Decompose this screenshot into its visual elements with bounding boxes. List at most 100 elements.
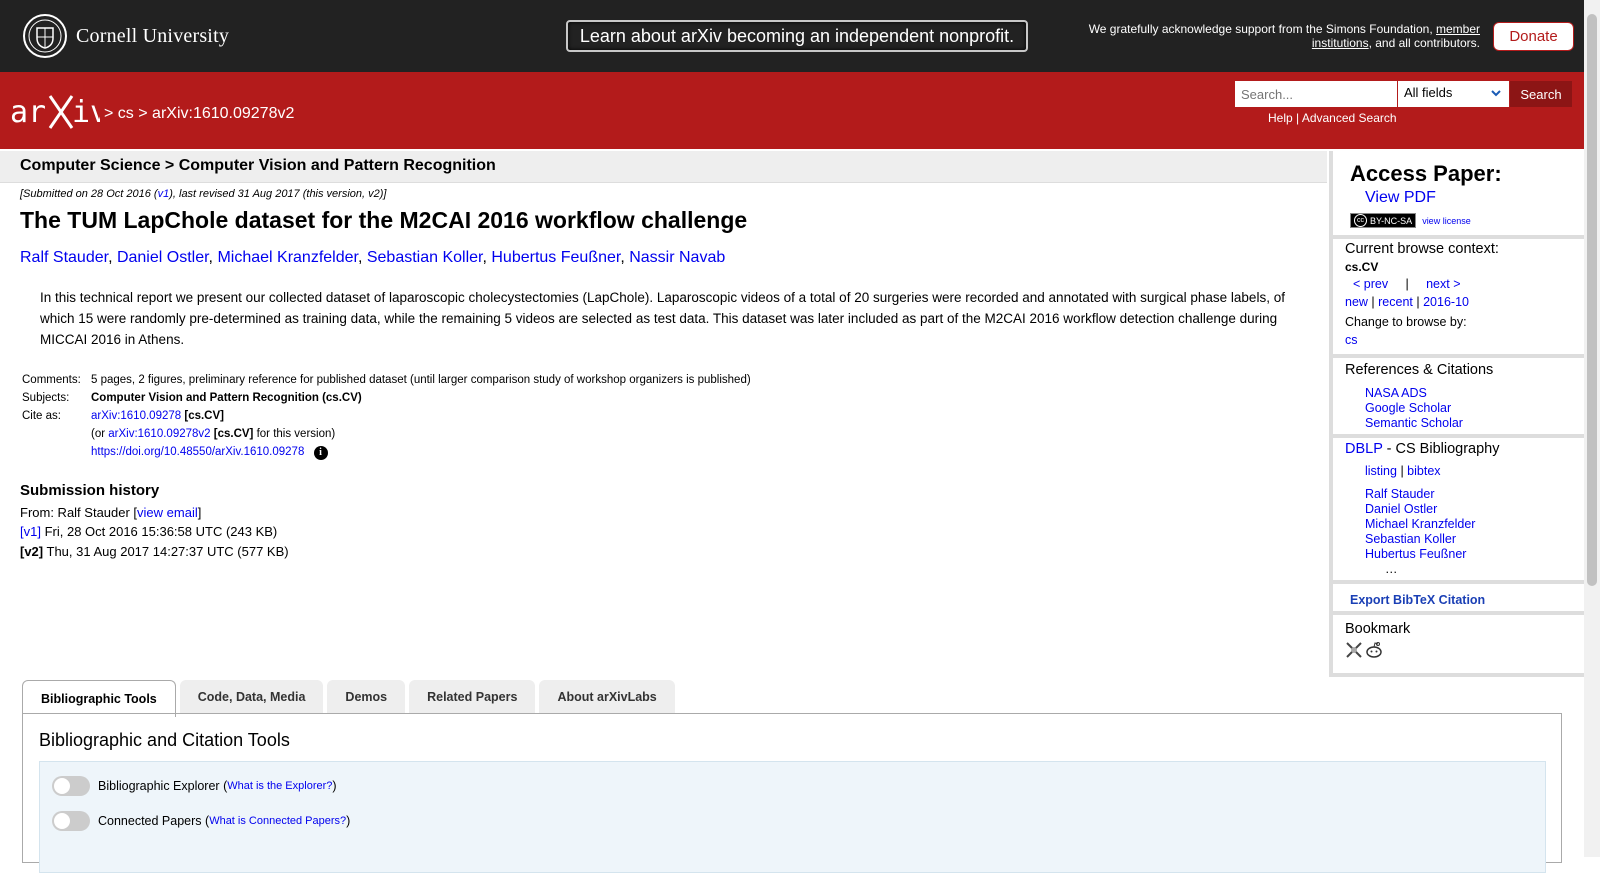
tab-code-data-media[interactable]: Code, Data, Media [179, 680, 324, 714]
sidebar: Access Paper: View PDF cc BY-NC-SA view … [1329, 151, 1584, 677]
change-browse-label: Change to browse by: [1345, 315, 1467, 329]
browse-context: cs.CV [1345, 260, 1379, 274]
info-icon[interactable]: i [313, 446, 328, 460]
new-link[interactable]: new [1345, 295, 1368, 309]
submission-date: [Submitted on 28 Oct 2016 (v1), last rev… [20, 188, 387, 200]
scrollbar-thumb[interactable] [1587, 14, 1597, 586]
history-from: From: Ralf Stauder [view email] [20, 505, 202, 520]
tab-bibliographic-tools[interactable]: Bibliographic Tools [22, 680, 176, 717]
tab-about-arxivlabs[interactable]: About arXivLabs [539, 680, 675, 714]
dblp-author-link[interactable]: Hubertus Feußner [1365, 547, 1466, 561]
connected-papers-help-link[interactable]: What is Connected Papers? [209, 815, 346, 827]
help-links: Help | Advanced Search [1268, 111, 1397, 125]
next-link[interactable]: next > [1426, 277, 1460, 291]
svg-text:iv: iv [72, 95, 100, 130]
help-link[interactable]: Help [1268, 111, 1293, 125]
explorer-toggle[interactable] [52, 776, 90, 796]
month-link[interactable]: 2016-10 [1423, 295, 1469, 309]
subjects-row: Subjects: Computer Vision and Pattern Re… [20, 390, 753, 408]
search-button[interactable]: Search [1510, 81, 1572, 107]
view-email-link[interactable]: view email [137, 505, 198, 520]
category-path: Computer Science > Computer Vision and P… [20, 157, 496, 174]
dblp-link[interactable]: DBLP [1345, 441, 1383, 457]
cite-row: Cite as: arXiv:1610.09278 [cs.CV] [22, 410, 224, 422]
author-link[interactable]: Hubertus Feußner [491, 249, 620, 266]
references-title: References & Citations [1345, 362, 1494, 378]
author-list: Ralf Stauder, Daniel Ostler, Michael Kra… [20, 249, 726, 266]
history-v2: [v2] Thu, 31 Aug 2017 14:27:37 UTC (577 … [20, 544, 289, 559]
breadcrumb-paper-id[interactable]: arXiv:1610.09278v2 [152, 105, 294, 122]
cite-v2-link[interactable]: arXiv:1610.09278v2 [108, 428, 210, 440]
history-v1: [v1] Fri, 28 Oct 2016 15:36:58 UTC (243 … [20, 524, 278, 539]
dblp-author-link[interactable]: Daniel Ostler [1365, 502, 1437, 516]
arxiv-logo-icon[interactable]: ar iv [10, 92, 100, 132]
category-header: Computer Science > Computer Vision and P… [0, 151, 1327, 183]
bookmark-title: Bookmark [1345, 621, 1411, 637]
tools-title: Bibliographic and Citation Tools [39, 730, 290, 750]
prev-link[interactable]: < prev [1353, 277, 1388, 291]
nasa-ads-link[interactable]: NASA ADS [1365, 386, 1427, 400]
author-link[interactable]: Michael Kranzfelder [217, 249, 358, 266]
labs-tabs: Bibliographic Tools Code, Data, Media De… [22, 680, 675, 717]
breadcrumb: > cs > arXiv:1610.09278v2 [104, 105, 295, 122]
version-v1-link[interactable]: v1 [158, 188, 170, 200]
view-pdf-link[interactable]: View PDF [1365, 189, 1436, 207]
submission-history-title: Submission history [20, 482, 160, 499]
connected-papers-toggle[interactable] [52, 811, 90, 831]
university-name: Cornell University [76, 24, 230, 47]
breadcrumb-cs[interactable]: cs [118, 105, 134, 122]
abstract: In this technical report we present our … [40, 290, 1285, 347]
comments-row: Comments: 5 pages, 2 figures, preliminar… [20, 372, 753, 390]
semantic-scholar-link[interactable]: Semantic Scholar [1365, 416, 1463, 430]
cornell-logo[interactable]: Cornell University [22, 13, 229, 59]
doi-row: https://doi.org/10.48550/arXiv.1610.0927… [20, 444, 753, 464]
arxiv-header: ar iv > cs > arXiv:1610.09278v2 All fiel… [0, 72, 1584, 149]
subjects-value: Computer Vision and Pattern Recognition … [91, 392, 362, 404]
author-link[interactable]: Nassir Navab [629, 249, 725, 266]
bibtex-link[interactable]: bibtex [1407, 464, 1440, 478]
search-field-select[interactable]: All fields [1398, 81, 1509, 107]
cite-id-link[interactable]: arXiv:1610.09278 [91, 410, 181, 422]
access-paper-title: Access Paper: [1350, 161, 1502, 186]
chevron-down-icon [1491, 90, 1501, 97]
page-scrollbar[interactable] [1584, 0, 1600, 857]
tools-box: Bibliographic Explorer (What is the Expl… [39, 761, 1546, 873]
reddit-icon[interactable] [1365, 641, 1383, 659]
top-bar: Cornell University Learn about arXiv bec… [0, 0, 1584, 72]
comments-value: 5 pages, 2 figures, preliminary referenc… [91, 374, 751, 386]
browse-cs-link[interactable]: cs [1345, 333, 1358, 347]
search-input[interactable] [1235, 81, 1397, 107]
connected-papers-row: Connected Papers (What is Connected Pape… [52, 811, 350, 831]
tab-related-papers[interactable]: Related Papers [409, 680, 536, 714]
explorer-row: Bibliographic Explorer (What is the Expl… [52, 776, 337, 796]
dblp-author-link[interactable]: Michael Kranzfelder [1365, 517, 1475, 531]
svg-text:ar: ar [10, 95, 46, 130]
support-text: We gratefully acknowledge support from t… [1088, 22, 1480, 50]
cornell-seal-icon [23, 14, 67, 58]
browse-context-title: Current browse context: [1345, 241, 1499, 257]
export-bibtex-link[interactable]: Export BibTeX Citation [1350, 593, 1485, 607]
dblp-author-link[interactable]: Ralf Stauder [1365, 487, 1434, 501]
cc-icon: cc [1354, 214, 1367, 227]
bibsonomy-icon[interactable] [1345, 641, 1363, 659]
author-link[interactable]: Sebastian Koller [367, 249, 483, 266]
cc-license-badge[interactable]: cc BY-NC-SA [1350, 213, 1417, 228]
history-v1-link[interactable]: [v1] [20, 524, 41, 539]
more-authors-ellipsis: … [1385, 562, 1398, 576]
author-link[interactable]: Daniel Ostler [117, 249, 209, 266]
advanced-search-link[interactable]: Advanced Search [1302, 111, 1397, 125]
author-link[interactable]: Ralf Stauder [20, 249, 108, 266]
view-license-link[interactable]: view license [1422, 216, 1471, 226]
cite-version-row: (or arXiv:1610.09278v2 [cs.CV] for this … [91, 428, 336, 440]
paper-title: The TUM LapChole dataset for the M2CAI 2… [20, 207, 748, 233]
tab-demos[interactable]: Demos [327, 680, 406, 714]
explorer-help-link[interactable]: What is the Explorer? [227, 780, 332, 792]
google-scholar-link[interactable]: Google Scholar [1365, 401, 1451, 415]
metadata-table: Comments: 5 pages, 2 figures, preliminar… [20, 372, 753, 464]
donate-button[interactable]: Donate [1493, 22, 1574, 51]
dblp-author-link[interactable]: Sebastian Koller [1365, 532, 1456, 546]
listing-link[interactable]: listing [1365, 464, 1397, 478]
nonprofit-banner-button[interactable]: Learn about arXiv becoming an independen… [566, 20, 1028, 52]
recent-link[interactable]: recent [1378, 295, 1413, 309]
doi-link[interactable]: https://doi.org/10.48550/arXiv.1610.0927… [91, 446, 304, 458]
